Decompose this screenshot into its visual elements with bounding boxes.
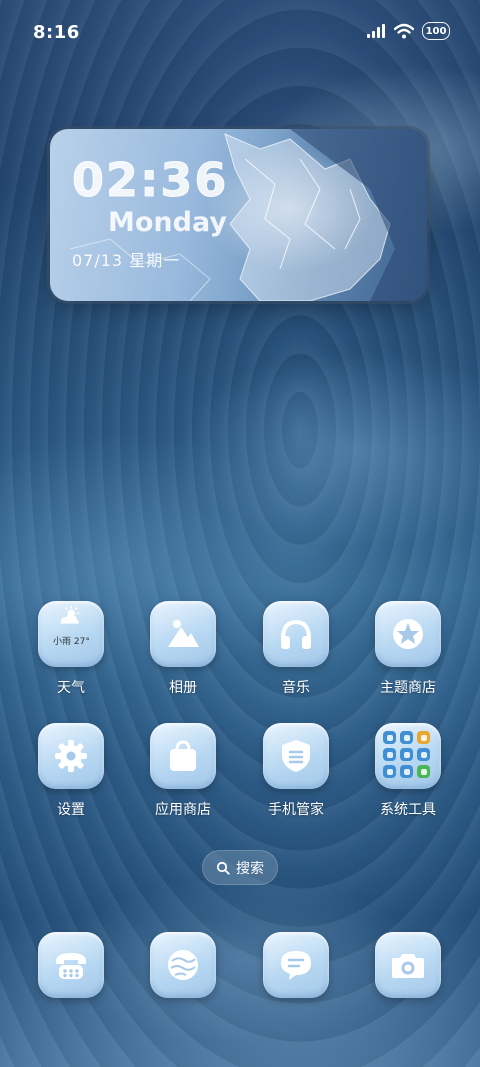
weather-mini-text: 小雨 27° (53, 637, 90, 647)
folder-app-icon (417, 748, 430, 761)
bag-glyph-icon (170, 740, 196, 771)
phone-icon[interactable] (38, 932, 104, 998)
folder-icon[interactable] (375, 723, 441, 789)
browser-icon[interactable] (150, 932, 216, 998)
app-label: 设置 (57, 802, 85, 818)
app-gallery[interactable]: 相册 (133, 601, 233, 697)
app-label: 天气 (57, 680, 85, 696)
app-theme-store[interactable]: 主题商店 (358, 601, 458, 697)
dock-phone[interactable] (21, 932, 121, 998)
star-brush-icon (393, 619, 423, 649)
headphones-icon[interactable] (263, 601, 329, 667)
folder-app-icon (383, 765, 396, 778)
gear-icon[interactable] (38, 723, 104, 789)
folder-app-icon (383, 748, 396, 761)
shield-icon[interactable] (263, 723, 329, 789)
app-label: 音乐 (282, 680, 310, 696)
status-icons: 100 (366, 22, 450, 40)
clock-day: Monday (108, 207, 227, 238)
sun-cloud-icon (59, 606, 80, 624)
globe-glyph-icon (168, 950, 198, 980)
app-phone-manager[interactable]: 手机管家 (246, 723, 346, 819)
dock-browser[interactable] (133, 932, 233, 998)
app-app-store[interactable]: 应用商店 (133, 723, 233, 819)
camera-icon[interactable] (375, 932, 441, 998)
battery-indicator: 100 (422, 22, 450, 40)
status-time: 8:16 (33, 22, 80, 43)
app-settings[interactable]: 设置 (21, 723, 121, 819)
search-icon (216, 861, 230, 875)
app-label: 手机管家 (268, 802, 324, 818)
folder-app-icon (400, 748, 413, 761)
status-bar: 8:16 100 (0, 0, 480, 68)
chat-bubble-icon (281, 951, 311, 980)
signal-icon (367, 24, 385, 38)
weather-icon[interactable]: 小雨 27° (38, 601, 104, 667)
app-label: 相册 (169, 680, 197, 696)
app-label: 主题商店 (380, 680, 436, 696)
app-label: 应用商店 (155, 802, 211, 818)
search-label: 搜索 (236, 860, 264, 877)
shield-glyph-icon (282, 740, 310, 772)
gear-glyph-icon (55, 740, 87, 772)
folder-grid (383, 731, 433, 781)
dock-messages[interactable] (246, 932, 346, 998)
folder-app-icon (400, 765, 413, 778)
mountain-photo-icon (168, 620, 199, 647)
clock-time: 02:36 (71, 153, 229, 208)
clock-widget[interactable]: 02:36 Monday 07/13 星期一 (50, 129, 427, 301)
app-label: 系统工具 (380, 802, 436, 818)
folder-app-icon (417, 731, 430, 744)
gallery-icon[interactable] (150, 601, 216, 667)
folder-app-icon (417, 765, 430, 778)
messages-icon[interactable] (263, 932, 329, 998)
folder-app-icon (400, 731, 413, 744)
search-button[interactable]: 搜索 (202, 850, 278, 885)
app-music[interactable]: 音乐 (246, 601, 346, 697)
wifi-icon (394, 23, 414, 39)
theme-store-icon[interactable] (375, 601, 441, 667)
folder-app-icon (383, 731, 396, 744)
app-system-tools[interactable]: 系统工具 (358, 723, 458, 819)
clock-date: 07/13 星期一 (72, 251, 181, 270)
dock-camera[interactable] (358, 932, 458, 998)
app-weather[interactable]: 小雨 27° 天气 (21, 601, 121, 697)
camera-glyph-icon (392, 954, 424, 978)
shopping-bag-icon[interactable] (150, 723, 216, 789)
telephone-glyph-icon (56, 953, 86, 979)
headphones-glyph-icon (281, 619, 311, 649)
